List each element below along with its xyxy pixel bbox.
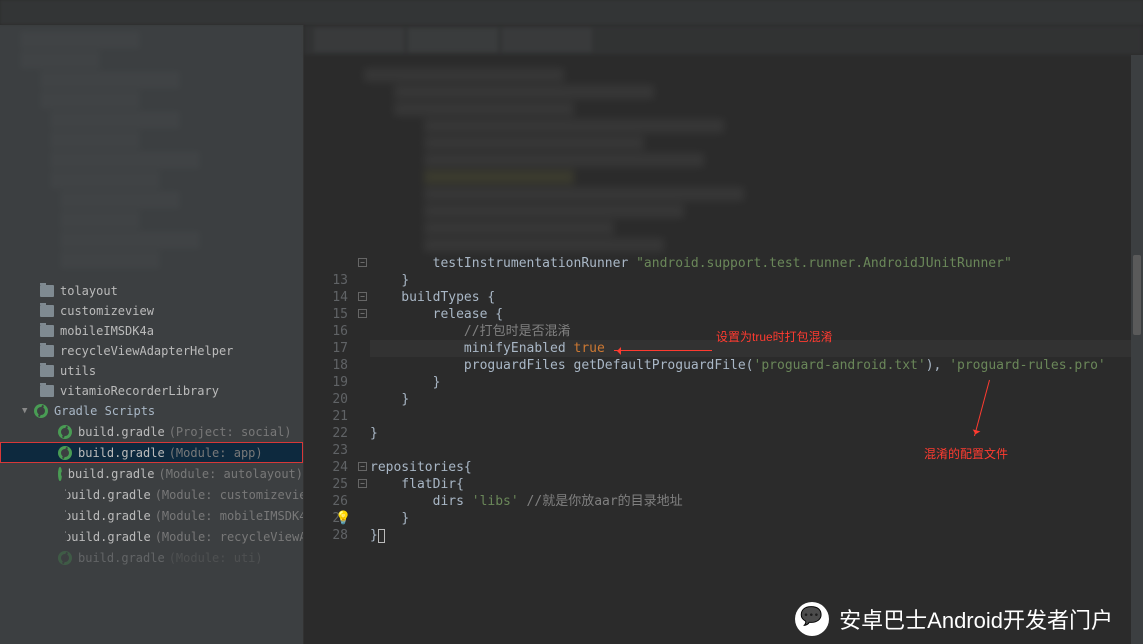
module-item[interactable]: mobileIMSDK4a [0, 321, 303, 341]
module-label: utils [60, 364, 96, 378]
arrow-icon [614, 350, 712, 351]
file-name: build.gradle [78, 425, 165, 439]
file-desc: (Module: customizeview) [155, 488, 304, 502]
fold-icon[interactable]: − [358, 292, 367, 301]
gradle-file-item[interactable]: build.gradle (Module: recycleViewAda [0, 526, 303, 547]
editor-tabs[interactable] [304, 25, 1143, 55]
module-item[interactable]: vitamioRecorderLibrary [0, 381, 303, 401]
module-label: recycleViewAdapterHelper [60, 344, 233, 358]
file-desc: (Module: recycleViewAda [155, 530, 304, 544]
fold-icon[interactable]: − [358, 309, 367, 318]
module-item[interactable]: tolayout [0, 281, 303, 301]
folder-icon [40, 325, 54, 337]
project-sidebar[interactable]: tolayout customizeview mobileIMSDK4a recycl… [0, 25, 304, 644]
expand-arrow-icon: ▼ [22, 406, 30, 416]
main-area: tolayout customizeview mobileIMSDK4a recycl… [0, 25, 1143, 644]
file-desc: (Module: autolayout) [159, 467, 304, 481]
code-content[interactable]: testInstrumentationRunner "android.suppo… [370, 255, 1143, 544]
file-desc: (Project: social) [169, 425, 292, 439]
folder-icon [40, 365, 54, 377]
blurred-code-top [304, 55, 1143, 255]
wechat-icon [795, 602, 829, 636]
fold-icon[interactable]: − [358, 479, 367, 488]
module-item[interactable]: customizeview [0, 301, 303, 321]
file-name: build.gradle [68, 467, 155, 481]
line-gutter: 13141516171819202122232425262728 [304, 255, 356, 544]
module-label: vitamioRecorderLibrary [60, 384, 219, 398]
blurred-tree-top [0, 31, 303, 281]
gradle-file-item[interactable]: build.gradle (Module: customizeview) [0, 484, 303, 505]
module-label: tolayout [60, 284, 118, 298]
folder-icon [40, 385, 54, 397]
gradle-file-item[interactable]: build.gradle (Project: social) [0, 421, 303, 442]
module-label: customizeview [60, 304, 154, 318]
gradle-icon [34, 404, 48, 418]
file-name: build.gradle [78, 446, 165, 460]
code-area[interactable]: 13141516171819202122232425262728 − − − − − t… [304, 255, 1143, 544]
folder-icon [40, 285, 54, 297]
watermark-text: 安卓巴士Android开发者门户 [839, 603, 1113, 635]
gradle-file-item[interactable]: build.gradle (Module: autolayout) [0, 463, 303, 484]
module-label: mobileIMSDK4a [60, 324, 154, 338]
file-name: build.gradle [64, 488, 151, 502]
editor-scrollbar[interactable] [1131, 55, 1143, 644]
folder-icon [40, 345, 54, 357]
intention-bulb-icon[interactable]: 💡 [335, 510, 351, 527]
title-bar [0, 0, 1143, 25]
editor-pane: 13141516171819202122232425262728 − − − − − t… [304, 25, 1143, 644]
folder-icon [40, 305, 54, 317]
file-desc: (Module: uti) [169, 551, 263, 565]
file-name: build.gradle [64, 530, 151, 544]
module-item[interactable]: recycleViewAdapterHelper [0, 341, 303, 361]
gradle-file-item[interactable]: build.gradle (Module: mobileIMSDK4a [0, 505, 303, 526]
file-name: build.gradle [78, 551, 165, 565]
watermark: 安卓巴士Android开发者门户 [795, 602, 1113, 636]
annotation-1: 设置为true时打包混淆 [716, 328, 833, 345]
gradle-scripts-node[interactable]: ▼ Gradle Scripts [0, 401, 303, 421]
gradle-file-item[interactable]: build.gradle (Module: app) [0, 442, 303, 463]
gradle-icon [58, 425, 72, 439]
module-item[interactable]: utils [0, 361, 303, 381]
file-desc: (Module: mobileIMSDK4a [155, 509, 304, 523]
scroll-thumb[interactable] [1133, 255, 1141, 335]
annotation-2: 混淆的配置文件 [924, 445, 1008, 462]
file-desc: (Module: app) [169, 446, 263, 460]
fold-icon[interactable]: − [358, 258, 367, 267]
fold-column[interactable]: − − − − − [356, 255, 370, 544]
gradle-file-item[interactable]: build.gradle (Module: uti) [0, 547, 303, 568]
gradle-icon [58, 467, 62, 481]
file-name: build.gradle [64, 509, 151, 523]
gradle-scripts-label: Gradle Scripts [54, 404, 155, 418]
gradle-icon [58, 446, 72, 460]
gradle-icon [58, 551, 72, 565]
fold-icon[interactable]: − [358, 462, 367, 471]
